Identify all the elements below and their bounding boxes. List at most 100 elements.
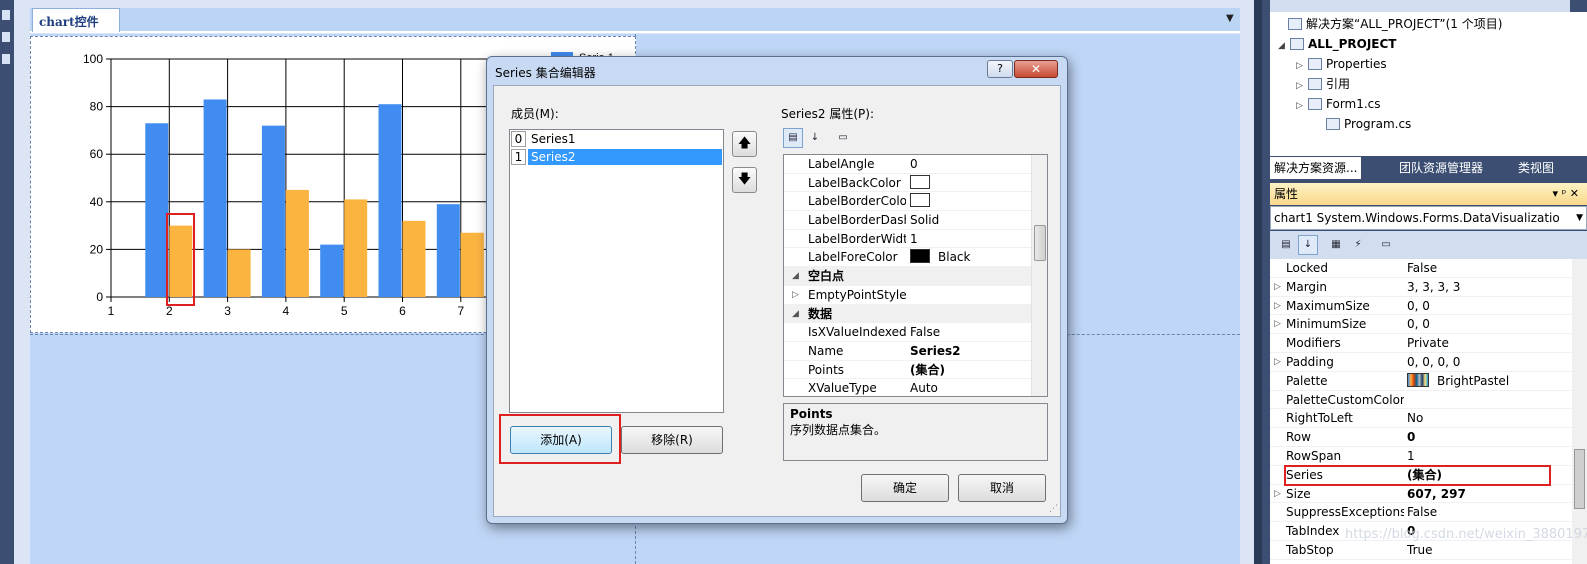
property-value[interactable]: True	[1407, 541, 1557, 560]
tab-class-view[interactable]: 类视图	[1514, 157, 1558, 179]
properties-scrollbar[interactable]	[1572, 259, 1587, 564]
help-button[interactable]: ?	[987, 60, 1013, 78]
property-value[interactable]: Solid	[910, 211, 1030, 230]
remove-button[interactable]: 移除(R)	[621, 426, 723, 454]
property-row[interactable]: LabelAngle 0	[784, 155, 1047, 174]
document-tab[interactable]: chart控件	[32, 8, 120, 32]
property-value[interactable]: No	[1407, 409, 1557, 428]
property-value[interactable]: False	[1407, 503, 1557, 522]
alphabetical-icon[interactable]: ↓	[805, 128, 825, 148]
property-row[interactable]: Row 0	[1270, 428, 1587, 447]
object-selector[interactable]: chart1 System.Windows.Forms.DataVisualiz…	[1270, 206, 1587, 230]
tab-dropdown-icon[interactable]: ▼	[1226, 13, 1234, 24]
expander-icon[interactable]: ▷	[792, 286, 799, 305]
scrollbar-thumb[interactable]	[1034, 225, 1046, 261]
property-row[interactable]: Locked False	[1270, 259, 1587, 278]
toolbox-tab[interactable]	[2, 10, 10, 20]
property-row[interactable]: Points (集合)	[784, 361, 1047, 380]
property-value[interactable]: BrightPastel	[1407, 372, 1557, 391]
property-value[interactable]: 1	[910, 230, 1030, 249]
expander-icon[interactable]: ▷	[1274, 315, 1281, 334]
tree-item[interactable]: ▷ Properties	[1296, 54, 1387, 74]
property-category[interactable]: ◢ 空白点	[784, 267, 1047, 286]
expander-icon[interactable]: ◢	[792, 267, 799, 286]
property-value[interactable]: 3, 3, 3, 3	[1407, 278, 1557, 297]
expander-icon[interactable]: ▷	[1296, 76, 1308, 96]
property-row[interactable]: LabelBorderWidt 1	[784, 230, 1047, 249]
property-row[interactable]: RowSpan 1	[1270, 447, 1587, 466]
move-down-button[interactable]: 🡇	[732, 167, 757, 193]
property-value[interactable]: Series2	[910, 342, 1030, 361]
properties-icon[interactable]: ▦	[1326, 235, 1346, 255]
property-value[interactable]	[910, 192, 1030, 211]
tree-item[interactable]: ◢ ALL_PROJECT	[1278, 34, 1396, 54]
property-value[interactable]: 0, 0	[1407, 315, 1557, 334]
property-value[interactable]: 0, 0, 0, 0	[1407, 353, 1557, 372]
chevron-down-icon[interactable]: ▼	[1576, 207, 1583, 229]
property-grid[interactable]: LabelAngle 0 LabelBackColor LabelBorderColo…	[783, 154, 1048, 397]
property-value[interactable]: Auto	[910, 379, 1030, 396]
move-up-button[interactable]: 🡅	[732, 131, 757, 157]
tree-item[interactable]: 解决方案“ALL_PROJECT”(1 个项目)	[1276, 14, 1502, 34]
property-row[interactable]: LabelForeColor Black	[784, 248, 1047, 268]
toolbox-tab[interactable]	[2, 32, 10, 42]
property-pages-icon[interactable]: ▭	[1376, 235, 1396, 255]
property-value[interactable]: 607, 297	[1407, 485, 1557, 504]
property-row[interactable]: Name Series2	[784, 342, 1047, 361]
property-grid-scrollbar[interactable]	[1031, 155, 1047, 396]
panel-controls[interactable]: ▾ ᵖ ✕	[1553, 183, 1579, 205]
property-value[interactable]: (集合)	[910, 361, 1030, 380]
property-row[interactable]: ▷ Size 607, 297	[1270, 485, 1587, 504]
tab-team-explorer[interactable]: 团队资源管理器	[1395, 157, 1487, 179]
toolbox-tab[interactable]	[2, 54, 10, 64]
member-item[interactable]: 1 Series2	[510, 148, 723, 166]
expander-icon[interactable]: ▷	[1274, 297, 1281, 316]
property-value[interactable]: False	[1407, 259, 1557, 278]
categorized-icon[interactable]: ▤	[1276, 235, 1296, 255]
categorized-icon[interactable]: ▤	[783, 128, 803, 148]
expander-icon[interactable]: ▷	[1274, 485, 1281, 504]
events-icon[interactable]: ⚡	[1348, 235, 1368, 255]
tab-solution-explorer[interactable]: 解决方案资源...	[1270, 157, 1362, 179]
property-row[interactable]: XValueType Auto	[784, 379, 1047, 396]
property-value[interactable]: False	[910, 323, 1030, 342]
expander-icon[interactable]: ▷	[1296, 56, 1308, 76]
expander-icon[interactable]: ▷	[1274, 278, 1281, 297]
alphabetical-icon[interactable]: ↓	[1298, 235, 1318, 255]
property-row[interactable]: TabStop True	[1270, 541, 1587, 560]
property-row[interactable]: Modifiers Private	[1270, 334, 1587, 353]
property-row[interactable]: ▷ Margin 3, 3, 3, 3	[1270, 278, 1587, 297]
properties-grid[interactable]: Locked False ▷ Margin 3, 3, 3, 3 ▷ MaximumSize…	[1270, 259, 1587, 564]
property-value[interactable]: 0, 0	[1407, 297, 1557, 316]
property-category[interactable]: ◢ 数据	[784, 304, 1047, 324]
property-row[interactable]: LabelBorderColo	[784, 192, 1047, 212]
expander-icon[interactable]: ◢	[792, 305, 799, 324]
resize-grip-icon[interactable]: ⋰	[1049, 504, 1058, 514]
property-value[interactable]: Black	[910, 248, 1030, 267]
cancel-button[interactable]: 取消	[958, 474, 1046, 502]
tree-item[interactable]: ▷ Form1.cs	[1296, 94, 1381, 114]
ok-button[interactable]: 确定	[861, 474, 949, 502]
tree-item[interactable]: Program.cs	[1314, 114, 1411, 134]
property-value[interactable]: 1	[1407, 447, 1557, 466]
property-row[interactable]: LabelBackColor	[784, 174, 1047, 193]
property-value[interactable]	[910, 174, 1030, 193]
scrollbar-thumb[interactable]	[1574, 449, 1585, 509]
property-row[interactable]: ▷ EmptyPointStyle	[784, 286, 1047, 305]
property-row[interactable]: ▷ Padding 0, 0, 0, 0	[1270, 353, 1587, 372]
property-row[interactable]: IsXValueIndexed False	[784, 323, 1047, 342]
expander-icon[interactable]: ◢	[1278, 36, 1290, 56]
property-row[interactable]: PaletteCustomColors	[1270, 391, 1587, 410]
members-list[interactable]: 0 Series1 1 Series2	[509, 129, 724, 413]
property-row[interactable]: ▷ MinimumSize 0, 0	[1270, 315, 1587, 335]
expander-icon[interactable]: ▷	[1296, 96, 1308, 116]
property-value[interactable]: 0	[1407, 428, 1557, 447]
property-row[interactable]: SuppressExceptions False	[1270, 503, 1587, 523]
property-row[interactable]: LabelBorderDash Solid	[784, 211, 1047, 230]
close-button[interactable]: ✕	[1014, 60, 1058, 78]
property-row[interactable]: RightToLeft No	[1270, 409, 1587, 429]
property-pages-icon[interactable]: ▭	[833, 128, 853, 148]
solution-tree[interactable]: 解决方案“ALL_PROJECT”(1 个项目) ◢ ALL_PROJECT ▷ Pro…	[1270, 12, 1587, 156]
toolbox-strip[interactable]	[0, 0, 14, 564]
tree-item[interactable]: ▷ 引用	[1296, 74, 1350, 94]
